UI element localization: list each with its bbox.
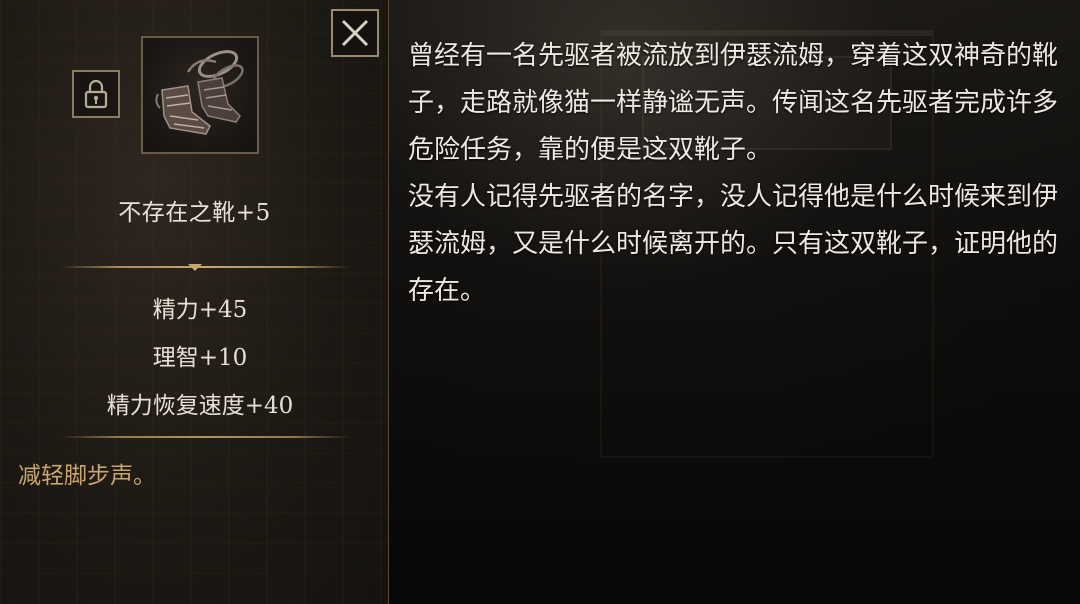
description-paragraph: 没有人记得先驱者的名字，没人记得他是什么时候来到伊瑟流姆，又是什么时候离开的。只… [408, 182, 1059, 306]
item-detail-panel: 不存在之靴+5 精力+45 理智+10 精力恢复速度+40 减轻脚步声。 [0, 0, 389, 604]
item-effect: 减轻脚步声。 [18, 463, 156, 489]
divider-ornament-icon [188, 264, 202, 271]
description-paragraph: 曾经有一名先驱者被流放到伊瑟流姆，穿着这双神奇的靴子，走路就像猫一样静谧无声。传… [408, 41, 1059, 165]
item-name: 不存在之靴+5 [118, 200, 271, 226]
stat-stamina-regen: 精力恢复速度+40 [106, 393, 294, 419]
item-description: 曾经有一名先驱者被流放到伊瑟流姆，穿着这双神奇的靴子，走路就像猫一样静谧无声。传… [408, 33, 1063, 315]
lock-button[interactable] [72, 70, 120, 118]
close-icon [341, 19, 369, 47]
divider-top [60, 266, 350, 268]
boots-icon [155, 50, 244, 135]
item-image-slot [141, 36, 259, 154]
lock-icon [84, 79, 108, 109]
game-screen: 不存在之靴+5 精力+45 理智+10 精力恢复速度+40 减轻脚步声。 曾经有… [0, 0, 1080, 604]
close-button[interactable] [331, 9, 379, 57]
stat-reason: 理智+10 [152, 345, 248, 371]
stat-stamina: 精力+45 [152, 297, 248, 323]
divider-bottom [60, 436, 350, 438]
